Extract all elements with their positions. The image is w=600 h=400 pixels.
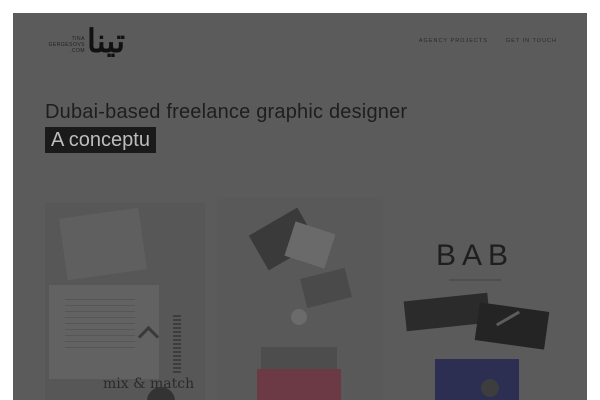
letterhead-image <box>59 207 147 281</box>
business-card-light <box>284 221 336 269</box>
bab-logo: BAB <box>435 239 515 272</box>
logo-latin-text: TINA GERGESOVS .COM <box>48 36 85 54</box>
portfolio-grid: mix & match BAB <box>45 197 555 400</box>
site-logo[interactable]: TINA GERGESOVS .COM تينا <box>43 22 125 65</box>
nav-get-in-touch[interactable]: GET IN TOUCH <box>506 38 557 44</box>
document-lines <box>65 299 135 349</box>
mix-match-logo: mix & match <box>103 376 195 392</box>
page-frame: TINA GERGESOVS .COM تينا AGENCY PROJECTS… <box>13 13 587 400</box>
nav-agency-projects[interactable]: AGENCY PROJECTS <box>419 38 488 44</box>
hero-headline: Dubai-based freelance graphic designer <box>45 101 408 123</box>
red-packaging <box>257 369 341 400</box>
packaging-box-lid <box>474 302 550 350</box>
coin-graphic <box>291 309 307 325</box>
portfolio-card-bab[interactable]: BAB <box>395 203 555 400</box>
tablet-mockup <box>435 359 519 400</box>
person-figure <box>481 379 499 397</box>
portfolio-card-cards[interactable] <box>217 197 383 400</box>
business-card-mid <box>300 267 352 309</box>
site-header: TINA GERGESOVS .COM تينا AGENCY PROJECTS… <box>13 13 587 73</box>
main-nav: AGENCY PROJECTS GET IN TOUCH <box>419 38 557 44</box>
logo-arabic-text: تينا <box>87 22 125 60</box>
barcode-graphic <box>173 315 181 375</box>
hero-typing-text: A conceptu <box>45 127 156 153</box>
bab-underline <box>449 279 501 281</box>
portfolio-card-stationery[interactable]: mix & match <box>45 203 205 400</box>
